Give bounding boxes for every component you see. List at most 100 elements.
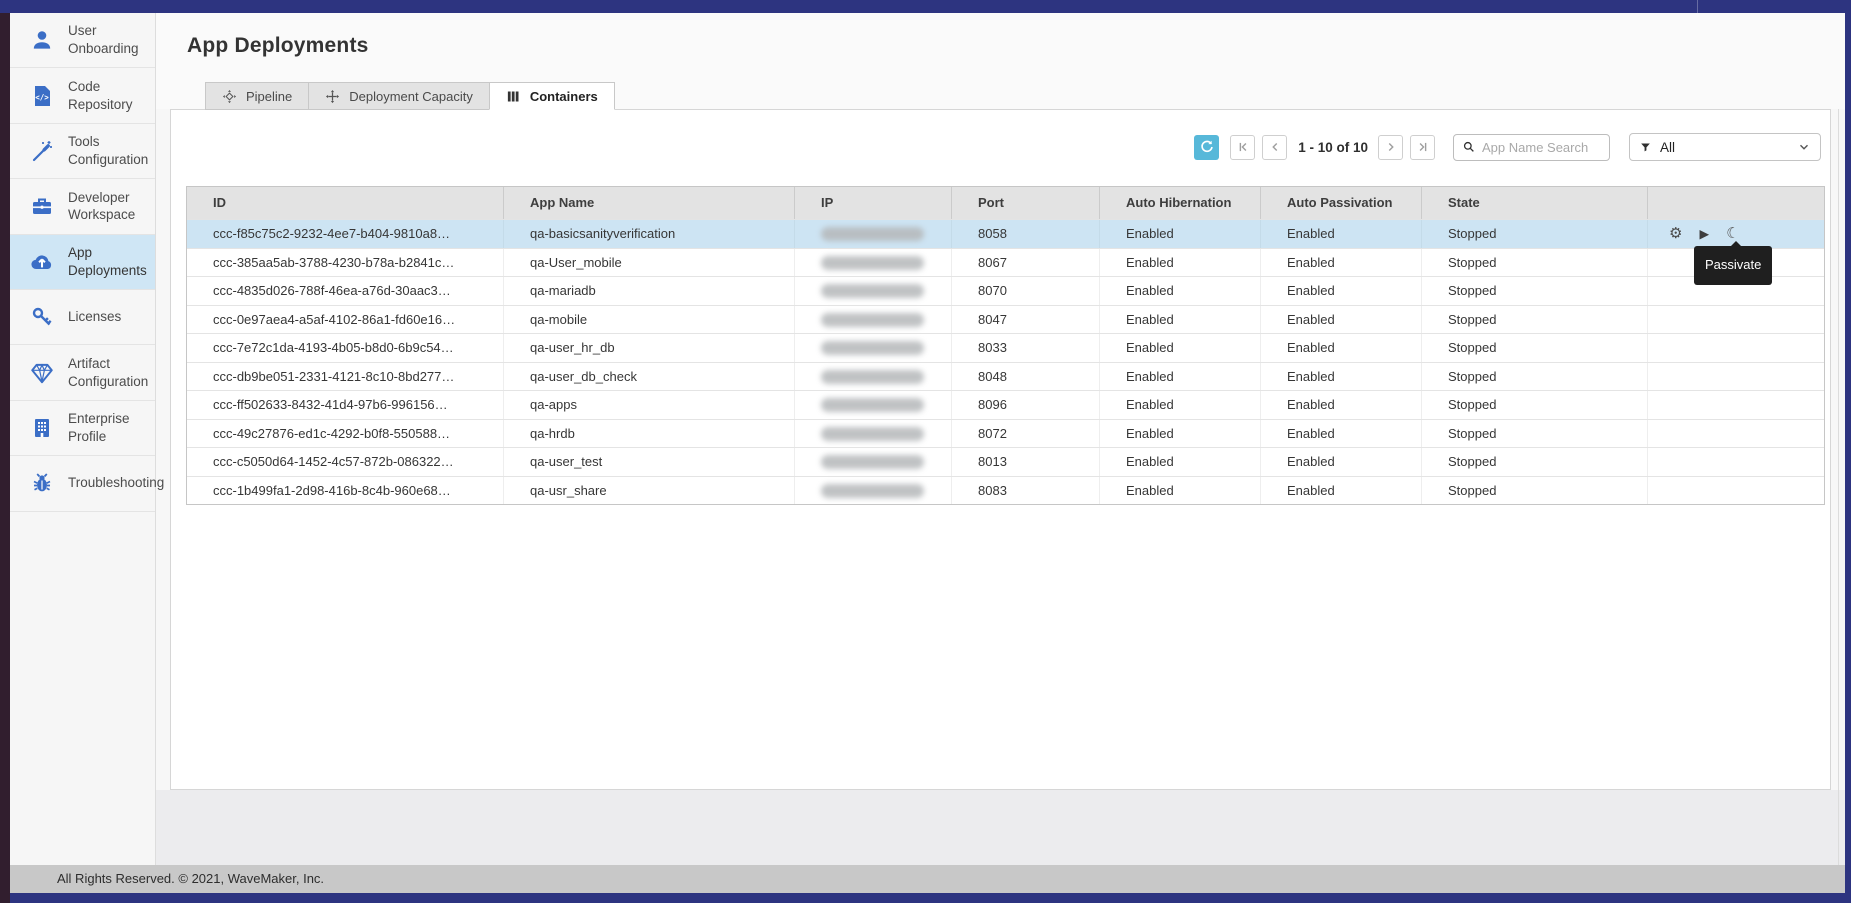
- footer: All Rights Reserved. © 2021, WaveMaker, …: [10, 865, 1845, 893]
- cell-app-name: qa-usr_share: [503, 477, 794, 505]
- table-row[interactable]: ccc-f85c75c2-9232-4ee7-b404-9810a8…qa-ba…: [187, 219, 1824, 248]
- sidebar-item-developer-workspace[interactable]: Developer Workspace: [10, 179, 155, 234]
- sidebar-item-troubleshooting[interactable]: Troubleshooting: [10, 456, 155, 511]
- table-row[interactable]: ccc-4835d026-788f-46ea-a76d-30aac3…qa-ma…: [187, 276, 1824, 305]
- tab-label: Pipeline: [246, 89, 292, 104]
- table-row[interactable]: ccc-1b499fa1-2d98-416b-8c4b-960e68…qa-us…: [187, 476, 1824, 505]
- cell-auto-passivation: Enabled: [1260, 420, 1421, 448]
- sidebar-item-user-onboarding[interactable]: User Onboarding: [10, 13, 155, 68]
- cell-auto-hibernation: Enabled: [1099, 448, 1260, 476]
- sidebar-item-artifact-configuration[interactable]: Artifact Configuration: [10, 345, 155, 400]
- cell-ip-redacted: [794, 391, 951, 419]
- last-page-button[interactable]: [1410, 135, 1435, 160]
- last-page-icon: [1416, 140, 1430, 154]
- search-input[interactable]: [1482, 140, 1601, 155]
- cloud-upload-icon: [29, 249, 55, 275]
- sidebar-item-enterprise-profile[interactable]: Enterprise Profile: [10, 401, 155, 456]
- refresh-button[interactable]: [1194, 135, 1219, 160]
- top-navigation-bar: [0, 0, 1851, 13]
- cell-port: 8058: [951, 220, 1099, 248]
- table-row[interactable]: ccc-ff502633-8432-41d4-97b6-996156…qa-ap…: [187, 390, 1824, 419]
- cell-state: Stopped: [1421, 363, 1647, 391]
- cell-ip-redacted: [794, 306, 951, 334]
- magic-wand-icon: [29, 138, 55, 164]
- cell-state: Stopped: [1421, 220, 1647, 248]
- sidebar-item-label: Code Repository: [68, 78, 155, 114]
- diamond-icon: [29, 360, 55, 386]
- previous-page-button[interactable]: [1262, 135, 1287, 160]
- table-row[interactable]: ccc-c5050d64-1452-4c57-872b-086322…qa-us…: [187, 447, 1824, 476]
- cell-port: 8013: [951, 448, 1099, 476]
- cell-app-name: qa-User_mobile: [503, 249, 794, 277]
- column-header-auto-passivation[interactable]: Auto Passivation: [1260, 187, 1421, 219]
- table-toolbar: 1 - 10 of 10: [1194, 133, 1821, 161]
- cell-app-name: qa-apps: [503, 391, 794, 419]
- next-page-button[interactable]: [1378, 135, 1403, 160]
- cell-port: 8083: [951, 477, 1099, 505]
- sidebar-item-label: Tools Configuration: [68, 133, 155, 169]
- tab-containers[interactable]: Containers: [489, 82, 615, 110]
- cell-ip-redacted: [794, 363, 951, 391]
- table-row[interactable]: ccc-49c27876-ed1c-4292-b0f8-550588…qa-hr…: [187, 419, 1824, 448]
- first-page-button[interactable]: [1230, 135, 1255, 160]
- table-body: ccc-f85c75c2-9232-4ee7-b404-9810a8…qa-ba…: [187, 219, 1824, 504]
- column-header-id[interactable]: ID: [187, 187, 503, 219]
- cell-app-name: qa-hrdb: [503, 420, 794, 448]
- cell-app-name: qa-user_test: [503, 448, 794, 476]
- column-header-port[interactable]: Port: [951, 187, 1099, 219]
- first-page-icon: [1236, 140, 1250, 154]
- bug-icon: [29, 470, 55, 496]
- cell-id: ccc-7e72c1da-4193-4b05-b8d0-6b9c54…: [187, 334, 503, 362]
- cell-auto-passivation: Enabled: [1260, 448, 1421, 476]
- table-row[interactable]: ccc-db9be051-2331-4121-8c10-8bd277…qa-us…: [187, 362, 1824, 391]
- main-content: App Deployments Pipeline Deployment Capa…: [156, 13, 1845, 865]
- cell-state: Stopped: [1421, 477, 1647, 505]
- cell-ip-redacted: [794, 334, 951, 362]
- cell-app-name: qa-user_hr_db: [503, 334, 794, 362]
- sidebar-item-app-deployments[interactable]: App Deployments: [10, 235, 155, 290]
- cell-auto-hibernation: Enabled: [1099, 306, 1260, 334]
- search-icon: [1462, 140, 1476, 154]
- passivate-icon[interactable]: ☾: [1726, 226, 1739, 241]
- row-actions-cell: [1647, 363, 1824, 391]
- sidebar-item-tools-configuration[interactable]: Tools Configuration: [10, 124, 155, 179]
- cell-port: 8033: [951, 334, 1099, 362]
- start-icon[interactable]: ▶: [1699, 228, 1709, 241]
- scrollbar-track[interactable]: [1838, 83, 1839, 865]
- cell-auto-hibernation: Enabled: [1099, 277, 1260, 305]
- cell-ip-redacted: [794, 277, 951, 305]
- cell-state: Stopped: [1421, 448, 1647, 476]
- containers-tab-panel: 1 - 10 of 10: [170, 109, 1831, 790]
- cell-auto-passivation: Enabled: [1260, 363, 1421, 391]
- cell-auto-passivation: Enabled: [1260, 277, 1421, 305]
- previous-page-icon: [1268, 140, 1282, 154]
- sidebar-item-label: Artifact Configuration: [68, 355, 155, 391]
- sidebar-item-label: Licenses: [68, 308, 121, 326]
- table-row[interactable]: ccc-385aa5ab-3788-4230-b78a-b2841c…qa-Us…: [187, 248, 1824, 277]
- redacted-ip-blur: [821, 341, 924, 355]
- left-edge-strip: [0, 0, 10, 903]
- tab-deployment-capacity[interactable]: Deployment Capacity: [308, 82, 489, 110]
- sidebar-item-label: Developer Workspace: [68, 189, 155, 225]
- settings-icon[interactable]: ⚙: [1669, 226, 1682, 241]
- sidebar-item-code-repository[interactable]: </> Code Repository: [10, 68, 155, 123]
- column-header-app-name[interactable]: App Name: [503, 187, 794, 219]
- filter-value: All: [1660, 140, 1797, 155]
- redacted-ip-blur: [821, 398, 924, 412]
- app-name-search: [1453, 134, 1610, 161]
- row-actions-cell: [1647, 448, 1824, 476]
- cell-auto-hibernation: Enabled: [1099, 391, 1260, 419]
- tab-pipeline[interactable]: Pipeline: [205, 82, 308, 110]
- table-row[interactable]: ccc-0e97aea4-a5af-4102-86a1-fd60e16…qa-m…: [187, 305, 1824, 334]
- cell-id: ccc-db9be051-2331-4121-8c10-8bd277…: [187, 363, 503, 391]
- sidebar-item-licenses[interactable]: Licenses: [10, 290, 155, 345]
- user-icon: [29, 27, 55, 53]
- cell-auto-passivation: Enabled: [1260, 306, 1421, 334]
- column-header-ip[interactable]: IP: [794, 187, 951, 219]
- column-header-auto-hibernation[interactable]: Auto Hibernation: [1099, 187, 1260, 219]
- page-header: App Deployments Pipeline Deployment Capa…: [156, 13, 1845, 109]
- redacted-ip-blur: [821, 256, 924, 270]
- table-row[interactable]: ccc-7e72c1da-4193-4b05-b8d0-6b9c54…qa-us…: [187, 333, 1824, 362]
- column-header-state[interactable]: State: [1421, 187, 1647, 219]
- state-filter-select[interactable]: All: [1629, 133, 1821, 161]
